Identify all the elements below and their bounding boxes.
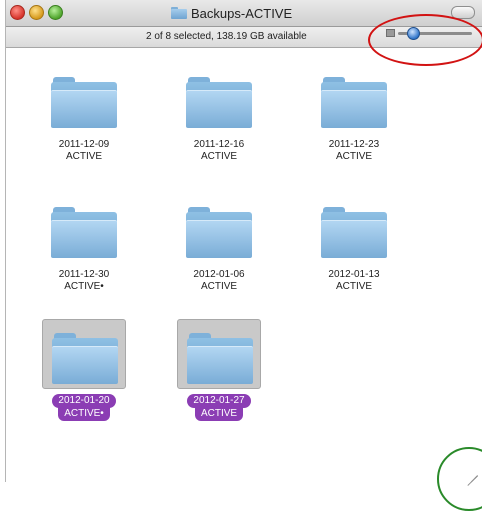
folder-label: 2011-12-16 ACTIVE — [169, 139, 269, 163]
toolbar-toggle-button[interactable] — [451, 6, 475, 19]
folder-label: 2011-12-23 ACTIVE — [304, 139, 404, 163]
folder-icon — [321, 207, 387, 258]
folder-sub-name: ACTIVE• — [58, 407, 110, 421]
folder-sub-name: ACTIVE — [335, 151, 373, 162]
folder-icon — [52, 333, 118, 384]
small-icon-size-icon — [386, 29, 395, 37]
icon-view[interactable]: 2011-12-09 ACTIVE 2011-12-16 ACTIVE 2011-12-… — [6, 48, 482, 482]
folder-icon — [187, 333, 253, 384]
title-bar[interactable]: Backups-ACTIVE — [6, 0, 482, 27]
folder-item[interactable]: 2011-12-16 ACTIVE — [169, 64, 269, 163]
folder-sub-name: ACTIVE — [194, 407, 244, 421]
folder-icon — [51, 207, 117, 258]
folder-label: 2012-01-06 ACTIVE — [169, 269, 269, 293]
folder-item[interactable]: 2012-01-13 ACTIVE — [304, 194, 404, 293]
folder-name: 2012-01-06 — [193, 269, 245, 280]
folder-label: 2012-01-20ACTIVE• — [34, 394, 134, 421]
folder-sub-name: ACTIVE• — [64, 281, 104, 292]
folder-icon-wrap[interactable] — [312, 194, 396, 264]
folder-name: 2012-01-27 — [187, 394, 251, 408]
folder-item[interactable]: 2011-12-30 ACTIVE• — [34, 194, 134, 293]
close-light-icon[interactable] — [10, 5, 25, 20]
folder-label: 2012-01-13 ACTIVE — [304, 269, 404, 293]
folder-name: 2011-12-16 — [193, 139, 245, 150]
folder-name: 2011-12-30 — [58, 269, 110, 280]
minimize-light-icon[interactable] — [29, 5, 44, 20]
finder-window: Backups-ACTIVE 2 of 8 selected, 138.19 G… — [5, 0, 482, 486]
zoom-light-icon[interactable] — [48, 5, 63, 20]
folder-sub-name: ACTIVE — [335, 281, 373, 292]
folder-item[interactable]: 2012-01-20ACTIVE• — [34, 319, 134, 421]
folder-icon-wrap[interactable] — [177, 194, 261, 264]
folder-icon-wrap[interactable] — [42, 64, 126, 134]
folder-item[interactable]: 2011-12-09 ACTIVE — [34, 64, 134, 163]
resize-grip-icon[interactable] — [464, 462, 478, 486]
folder-icon-wrap[interactable] — [177, 64, 261, 134]
folder-label: 2011-12-30 ACTIVE• — [34, 269, 134, 293]
folder-sub-name: ACTIVE — [65, 151, 103, 162]
folder-label: 2011-12-09 ACTIVE — [34, 139, 134, 163]
window-title-text: Backups-ACTIVE — [191, 5, 293, 21]
folder-icon-wrap[interactable] — [177, 319, 261, 389]
folder-sub-name: ACTIVE — [200, 151, 238, 162]
folder-icon-wrap[interactable] — [42, 319, 126, 389]
folder-icon — [321, 77, 387, 128]
folder-sub-name: ACTIVE — [200, 281, 238, 292]
folder-name: 2012-01-13 — [328, 269, 380, 280]
folder-icon-wrap[interactable] — [42, 194, 126, 264]
folder-icon — [186, 77, 252, 128]
folder-icon — [186, 207, 252, 258]
folder-item[interactable]: 2011-12-23 ACTIVE — [304, 64, 404, 163]
folder-icon-wrap[interactable] — [312, 64, 396, 134]
icon-size-slider-thumb[interactable] — [406, 27, 420, 40]
folder-item[interactable]: 2012-01-06 ACTIVE — [169, 194, 269, 293]
folder-icon — [51, 77, 117, 128]
folder-item[interactable]: 2012-01-27ACTIVE — [169, 319, 269, 421]
folder-name: 2011-12-23 — [328, 139, 380, 150]
status-text: 2 of 8 selected, 138.19 GB available — [146, 31, 307, 42]
folder-name: 2011-12-09 — [58, 139, 110, 150]
folder-icon — [171, 7, 187, 19]
window-title: Backups-ACTIVE — [171, 5, 292, 21]
folder-name: 2012-01-20 — [52, 394, 116, 408]
folder-label: 2012-01-27ACTIVE — [169, 394, 269, 421]
